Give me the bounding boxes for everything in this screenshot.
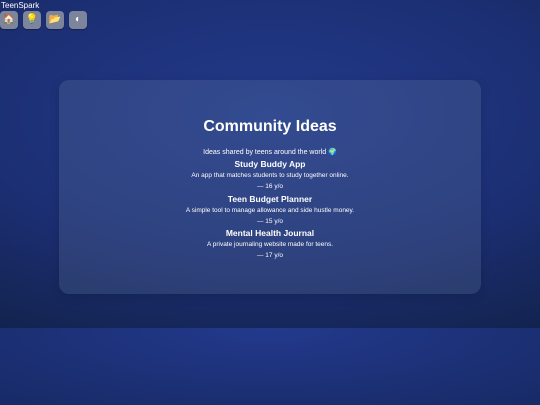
ideas-list: Study Buddy App An app that matches stud… xyxy=(59,159,481,263)
idea-description: A private journaling website made for te… xyxy=(206,241,334,248)
home-button[interactable]: 🏠 xyxy=(0,11,18,29)
page-footer-area xyxy=(0,328,540,405)
idea-description: An app that matches students to study to… xyxy=(191,172,349,179)
community-ideas-card: Community Ideas Ideas shared by teens ar… xyxy=(59,80,481,294)
theme-toggle-icon: ◐ xyxy=(74,14,82,25)
idea-item: Mental Health Journal A private journali… xyxy=(59,228,481,263)
lightbulb-icon: 💡 xyxy=(25,14,39,25)
top-nav: 🏠 💡 📂 ◐ xyxy=(0,11,87,29)
theme-toggle-button[interactable]: ◐ xyxy=(69,11,87,29)
folder-icon: 📂 xyxy=(48,14,62,25)
idea-item: Teen Budget Planner A simple tool to man… xyxy=(59,194,481,229)
idea-author-age: — 15 y/o xyxy=(256,217,283,225)
home-icon: 🏠 xyxy=(2,14,16,25)
brand-name: TeenSpark xyxy=(1,1,40,10)
ideas-button[interactable]: 💡 xyxy=(23,11,41,29)
idea-title: Study Buddy App xyxy=(234,159,306,169)
idea-item: Study Buddy App An app that matches stud… xyxy=(59,159,481,194)
idea-title: Teen Budget Planner xyxy=(227,193,313,204)
page-title: Community Ideas xyxy=(203,118,337,135)
idea-title: Mental Health Journal xyxy=(225,228,315,238)
folder-button[interactable]: 📂 xyxy=(46,11,64,29)
idea-author-age: — 17 y/o xyxy=(256,252,283,259)
idea-author-age: — 16 y/o xyxy=(256,183,283,190)
page-subtitle: Ideas shared by teens around the world 🌍 xyxy=(203,149,337,156)
idea-description: A simple tool to manage allowance and si… xyxy=(185,206,355,214)
